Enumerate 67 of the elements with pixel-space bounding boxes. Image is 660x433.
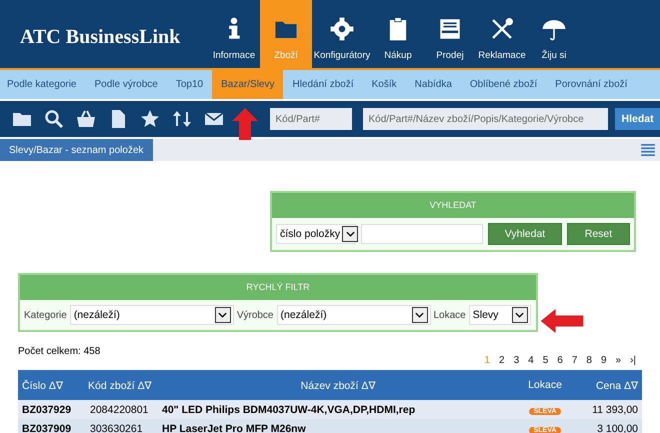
subnav-tab[interactable]: Bazar/Slevy xyxy=(212,70,284,99)
caret-icon xyxy=(346,231,355,237)
subnav-tab[interactable]: Hledání zboží xyxy=(283,70,363,99)
page-link[interactable]: 5 xyxy=(542,355,548,366)
nav-item[interactable]: Reklamace xyxy=(476,0,528,68)
search-field[interactable]: Kód/Part#/Název zboží/Popis/Kategorie/Výrobce xyxy=(362,108,608,130)
subnav-tab[interactable]: Košík xyxy=(362,70,406,99)
column-header[interactable]: Kód zboží Δ∇ xyxy=(88,380,152,392)
caret-icon xyxy=(218,312,228,318)
filter-label: Kategorie xyxy=(24,310,67,320)
logo[interactable]: ATC BusinessLink xyxy=(0,0,208,68)
column-header[interactable]: Cena Δ∇ xyxy=(596,380,638,392)
panel-title: RYCHLÝ FILTR xyxy=(20,275,536,300)
filter-select[interactable]: (nezáleží) xyxy=(70,305,234,325)
nav-item[interactable]: Žiju si xyxy=(528,0,580,68)
caret-icon xyxy=(415,312,424,318)
filter-select[interactable]: Slevy xyxy=(468,305,531,325)
subnav-tab[interactable]: Podle kategorie xyxy=(0,70,86,99)
page-link[interactable]: » xyxy=(616,355,622,366)
page-link[interactable]: 8 xyxy=(586,355,592,366)
page-link[interactable]: ›| xyxy=(630,355,636,366)
list-icon[interactable] xyxy=(641,144,655,156)
panel-button[interactable]: Vyhledat xyxy=(488,223,562,245)
product-link[interactable]: 40" LED Philips BDM4037UW-4K,VGA,DP,HDMI,rep xyxy=(162,404,416,416)
column-header[interactable]: Číslo Δ∇ xyxy=(22,380,63,392)
page-link[interactable]: 6 xyxy=(557,355,563,366)
subnav-tab[interactable]: Nabídka xyxy=(406,70,461,99)
page-link[interactable]: 9 xyxy=(600,355,606,366)
filter-select[interactable]: (nezáleží) xyxy=(276,305,430,325)
arrow-annotation xyxy=(540,309,584,333)
nav-item[interactable]: Nákup xyxy=(372,0,424,68)
panel-button[interactable]: Reset xyxy=(566,223,630,245)
subnav-tab[interactable]: Podle výrobce xyxy=(86,70,167,99)
page-link[interactable]: 2 xyxy=(499,355,505,366)
page-link[interactable]: 4 xyxy=(528,355,534,366)
table-cell: 11 393,00 xyxy=(592,404,638,416)
table-cell: BZ037929 xyxy=(22,404,72,416)
nav-item[interactable]: Prodej xyxy=(424,0,476,68)
nav-item[interactable]: Konfigurátory xyxy=(312,0,372,68)
panel-title: VYHLEDAT xyxy=(272,193,634,218)
total-count: Počet celkem: 458 xyxy=(18,346,100,357)
column-header[interactable]: Název zboží Δ∇ xyxy=(300,380,376,392)
table-cell: 3 100,00 xyxy=(597,422,638,433)
filter-label: Lokace xyxy=(434,310,466,320)
page-link[interactable]: 7 xyxy=(572,355,578,366)
page-link[interactable]: 3 xyxy=(514,355,520,366)
code-field[interactable]: Kód/Part# xyxy=(270,108,352,130)
product-link[interactable]: HP LaserJet Pro MFP M26nw xyxy=(162,422,306,433)
subnav-tab[interactable]: Top10 xyxy=(166,70,212,99)
search-icon[interactable] xyxy=(44,109,64,129)
star-icon[interactable] xyxy=(140,109,160,129)
arrow-annotation xyxy=(232,108,258,140)
sort-icon[interactable] xyxy=(172,109,192,129)
caret-icon xyxy=(515,312,524,318)
subnav-tab[interactable]: Porovnání zboží xyxy=(546,70,636,99)
subnav-tab[interactable]: Oblíbené zboží xyxy=(460,70,546,99)
table-cell: BZ037909 xyxy=(22,422,72,433)
nav-item[interactable]: Informace xyxy=(208,0,260,68)
search-button[interactable]: Hledat xyxy=(615,108,660,130)
table-cell: 2084220801 xyxy=(90,404,148,416)
nav-icon xyxy=(329,16,355,42)
table-cell: 303630261 xyxy=(90,422,143,433)
column-header[interactable]: Lokace xyxy=(528,379,562,391)
field-select[interactable]: číslo položky xyxy=(276,224,356,244)
filter-label: Výrobce xyxy=(236,310,274,320)
basket-icon[interactable] xyxy=(76,109,96,129)
search-input[interactable] xyxy=(361,224,483,244)
